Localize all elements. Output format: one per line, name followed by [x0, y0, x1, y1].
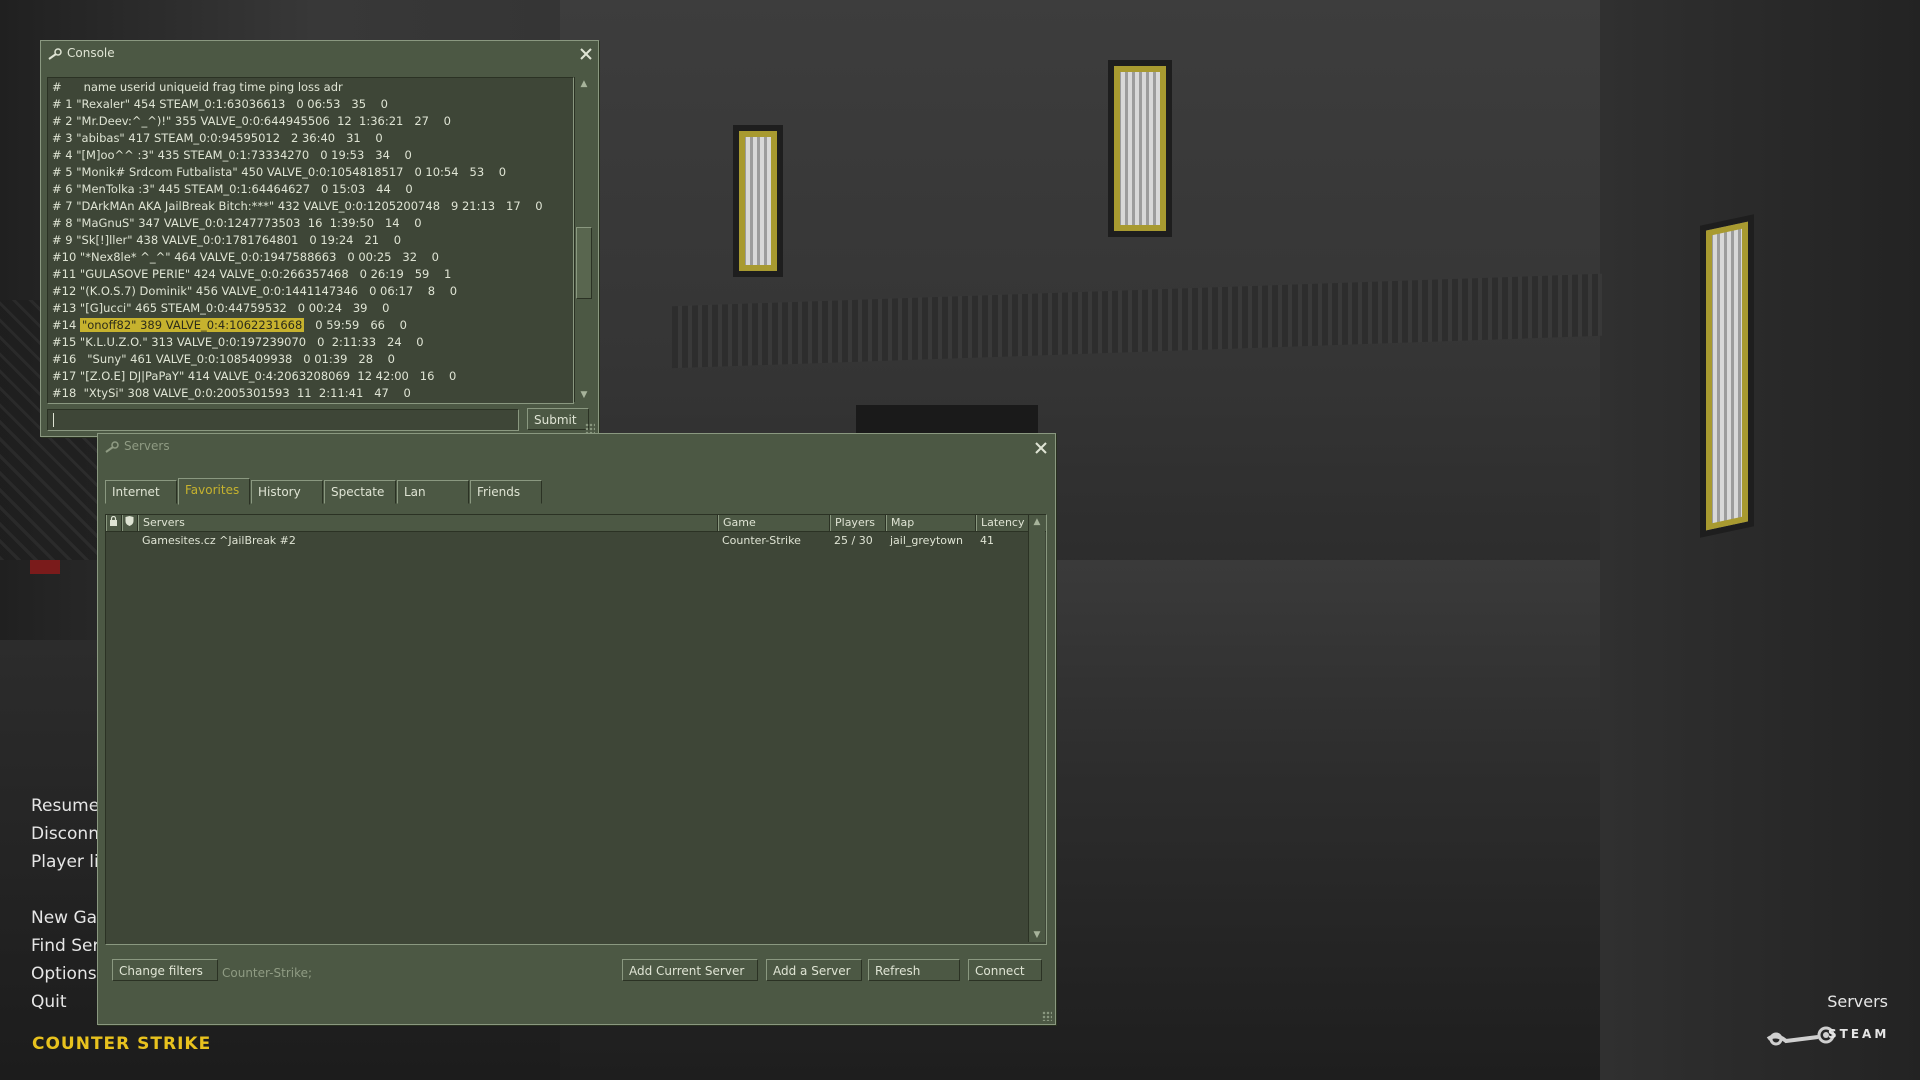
steam-small-icon — [48, 48, 62, 60]
close-icon[interactable] — [578, 46, 594, 62]
menu-player-list[interactable]: Player li — [31, 852, 99, 872]
servers-status-label: Servers — [1827, 992, 1888, 1011]
table-row[interactable]: Gamesites.cz ^JailBreak #2 Counter-Strik… — [106, 532, 1024, 549]
menu-options[interactable]: Options — [31, 964, 97, 984]
console-window: Console # name userid uniqueid frag time… — [40, 40, 599, 437]
steam-small-icon — [105, 441, 119, 453]
scroll-up-icon[interactable]: ▲ — [1029, 515, 1045, 529]
servers-title: Servers — [124, 439, 170, 453]
col-map[interactable]: Map — [886, 515, 976, 531]
scroll-down-icon[interactable]: ▼ — [575, 388, 593, 402]
door — [856, 405, 1038, 435]
console-line: # name userid uniqueid frag time ping lo… — [52, 80, 343, 94]
text-caret — [53, 413, 54, 427]
menu-quit[interactable]: Quit — [31, 992, 67, 1012]
console-input[interactable] — [47, 409, 519, 431]
console-line: # 3 "abibas" 417 STEAM_0:0:94595012 2 36… — [52, 131, 383, 145]
change-filters-button[interactable]: Change filters — [112, 959, 218, 981]
tab-history[interactable]: History — [251, 480, 323, 504]
console-line: # 4 "[M]oo^^ :3" 435 STEAM_0:1:73334270 … — [52, 148, 412, 162]
line-suffix: 0 59:59 66 0 — [304, 318, 407, 332]
server-players: 25 / 30 — [834, 534, 873, 547]
console-title: Console — [67, 46, 115, 60]
submit-button[interactable]: Submit — [527, 408, 589, 430]
shield-icon — [125, 516, 134, 526]
scroll-down-icon[interactable]: ▼ — [1029, 928, 1045, 942]
server-list-header: Servers Game Players Map Latency — [106, 515, 1046, 532]
console-output[interactable]: # name userid uniqueid frag time ping lo… — [47, 77, 574, 404]
console-line: #10 "*Nex8le* ^_^" 464 VALVE_0:0:1947588… — [52, 250, 440, 264]
server-list-scrollbar[interactable]: ▲ ▼ — [1028, 515, 1045, 942]
ceiling-light — [733, 125, 783, 277]
console-line: #11 "GULASOVE PERIE" 424 VALVE_0:0:26635… — [52, 267, 452, 281]
text-selection[interactable]: "onoff82" 389 VALVE_0:4:1062231668 — [79, 318, 305, 332]
steam-wordmark: STEAM — [1828, 1027, 1890, 1041]
console-line: #18 "XtySi" 308 VALVE_0:0:2005301593 11 … — [52, 386, 411, 400]
add-current-server-button[interactable]: Add Current Server — [622, 959, 758, 981]
console-line: # 5 "Monik# Srdcom Futbalista" 450 VALVE… — [52, 165, 507, 179]
console-line: #16 "Suny" 461 VALVE_0:0:1085409938 0 01… — [52, 352, 395, 366]
counter-strike-logo: COUNTER STRIKE — [32, 1034, 211, 1054]
servers-window: Servers Internet Favorites History Spect… — [97, 433, 1056, 1025]
ceiling-light — [1108, 60, 1172, 237]
col-servers[interactable]: Servers — [138, 515, 718, 531]
col-password[interactable] — [106, 515, 122, 531]
refresh-button[interactable]: Refresh — [868, 959, 960, 981]
resize-grip-icon[interactable] — [585, 423, 595, 433]
tab-favorites[interactable]: Favorites — [178, 478, 250, 505]
col-players[interactable]: Players — [830, 515, 886, 531]
line-prefix: #14 — [52, 318, 80, 332]
resize-grip-icon[interactable] — [1042, 1011, 1052, 1021]
scroll-up-icon[interactable]: ▲ — [575, 77, 593, 91]
tab-lan[interactable]: Lan — [397, 480, 469, 504]
menu-resume[interactable]: Resume — [31, 796, 99, 816]
col-secure[interactable] — [122, 515, 138, 531]
logo-text: COUNTER STRIKE — [32, 1034, 212, 1054]
console-line: #12 "(K.O.S.7) Dominik" 456 VALVE_0:0:14… — [52, 284, 458, 298]
server-game: Counter-Strike — [722, 534, 801, 547]
col-game[interactable]: Game — [718, 515, 830, 531]
console-titlebar[interactable]: Console — [41, 41, 598, 67]
menu-find-servers[interactable]: Find Ser — [31, 936, 99, 956]
console-line-selected: #14 "onoff82" 389 VALVE_0:4:1062231668 0… — [52, 318, 407, 332]
tab-spectate[interactable]: Spectate — [324, 480, 396, 504]
server-list[interactable]: Servers Game Players Map Latency Gamesit… — [105, 514, 1047, 945]
wall-right — [1600, 0, 1920, 1080]
console-line: #13 "[G]ucci" 465 STEAM_0:0:44759532 0 0… — [52, 301, 390, 315]
console-line: # 8 "MaGnuS" 347 VALVE_0:0:1247773503 16… — [52, 216, 422, 230]
red-bar — [30, 560, 60, 574]
tab-friends[interactable]: Friends — [470, 480, 542, 504]
console-line: #15 "K.L.U.Z.O." 313 VALVE_0:0:197239070… — [52, 335, 424, 349]
console-line: # 9 "Sk[!]ller" 438 VALVE_0:0:1781764801… — [52, 233, 402, 247]
tab-internet[interactable]: Internet — [105, 480, 177, 504]
console-scrollbar[interactable]: ▲ ▼ — [574, 77, 593, 402]
scroll-thumb[interactable] — [576, 227, 592, 299]
server-latency: 41 — [980, 534, 994, 547]
servers-titlebar[interactable]: Servers — [98, 434, 1055, 460]
console-line: # 2 "Mr.Deev:^_^)!" 355 VALVE_0:0:644945… — [52, 114, 451, 128]
console-line: # 1 "Rexaler" 454 STEAM_0:1:63036613 0 0… — [52, 97, 388, 111]
console-line: # 6 "MenTolka :3" 445 STEAM_0:1:64464627… — [52, 182, 413, 196]
console-line: #17 "[Z.O.E] DJ|PaPaY" 414 VALVE_0:4:206… — [52, 369, 457, 383]
filter-summary: Counter-Strike; — [222, 966, 313, 980]
menu-disconnect[interactable]: Disconn — [31, 824, 99, 844]
lock-icon — [110, 515, 117, 526]
menu-new-game[interactable]: New Ga — [31, 908, 97, 928]
server-name: Gamesites.cz ^JailBreak #2 — [142, 534, 296, 547]
connect-button[interactable]: Connect — [968, 959, 1042, 981]
console-line: # 7 "DArkMAn AKA JailBreak Bitch:***" 43… — [52, 199, 543, 213]
server-map: jail_greytown — [890, 534, 963, 547]
add-server-button[interactable]: Add a Server — [766, 959, 862, 981]
col-latency[interactable]: Latency — [976, 515, 1030, 531]
ceiling-light — [1700, 214, 1754, 538]
close-icon[interactable] — [1033, 440, 1049, 456]
